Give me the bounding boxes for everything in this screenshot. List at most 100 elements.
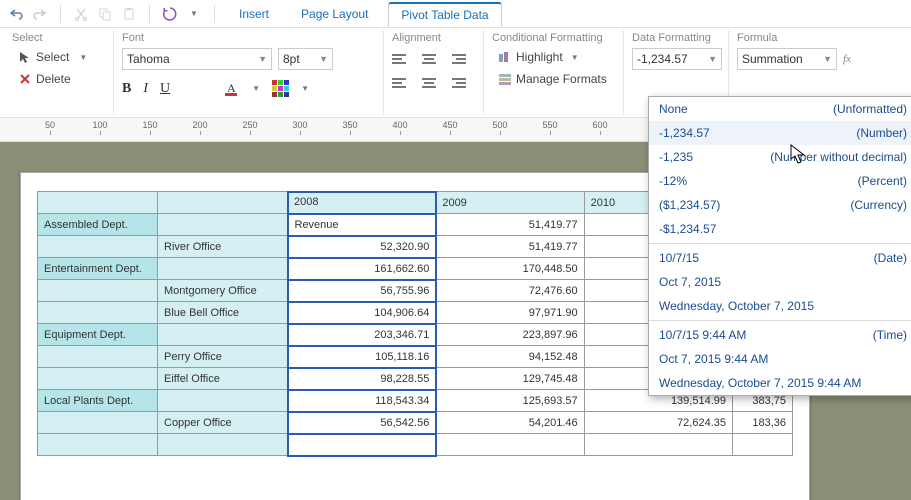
align-center-icon[interactable] <box>420 76 438 90</box>
undo-icon[interactable] <box>8 6 24 22</box>
row-header-1[interactable] <box>38 346 158 368</box>
data-cell[interactable]: 203,346.71 <box>288 324 436 346</box>
chevron-down-icon[interactable]: ▼ <box>186 6 202 22</box>
highlight-button[interactable]: Highlight ▼ <box>492 48 615 66</box>
ribbon-group-conditional-formatting: Conditional Formatting Highlight ▼ Manag… <box>484 30 624 115</box>
row-header-2[interactable]: River Office <box>158 236 288 258</box>
dropdown-item[interactable]: Oct 7, 2015 9:44 AM <box>649 347 911 371</box>
data-cell[interactable]: 72,624.35 <box>584 412 732 434</box>
data-cell[interactable]: Revenue <box>288 214 436 236</box>
align-top-center-icon[interactable] <box>420 52 438 66</box>
row-header-2[interactable] <box>158 390 288 412</box>
manage-formats-button[interactable]: Manage Formats <box>492 70 615 88</box>
font-family-combo[interactable]: Tahoma▼ <box>122 48 272 70</box>
data-cell[interactable]: 72,476.60 <box>436 280 584 302</box>
data-cell[interactable] <box>436 434 584 456</box>
data-cell[interactable]: 104,906.64 <box>288 302 436 324</box>
formula-combo[interactable]: Summation▼ <box>737 48 837 70</box>
dropdown-item[interactable]: -12%(Percent) <box>649 169 911 193</box>
select-button[interactable]: Select ▼ <box>12 48 105 66</box>
dropdown-item[interactable]: Wednesday, October 7, 2015 <box>649 294 911 318</box>
data-cell[interactable]: 161,662.60 <box>288 258 436 280</box>
row-header-1[interactable]: Entertainment Dept. <box>38 258 158 280</box>
data-cell[interactable]: 54,201.46 <box>436 412 584 434</box>
corner-cell[interactable] <box>158 192 288 214</box>
row-header-1[interactable] <box>38 368 158 390</box>
row-header-2[interactable]: Perry Office <box>158 346 288 368</box>
data-cell[interactable]: 52,320.90 <box>288 236 436 258</box>
row-header-2[interactable] <box>158 258 288 280</box>
data-cell[interactable]: 97,971.90 <box>436 302 584 324</box>
row-header-1[interactable]: Assembled Dept. <box>38 214 158 236</box>
row-header-2[interactable] <box>158 324 288 346</box>
cut-icon[interactable] <box>73 6 89 22</box>
chevron-down-icon[interactable]: ▼ <box>252 84 260 93</box>
data-cell[interactable]: 125,693.57 <box>436 390 584 412</box>
data-format-dropdown[interactable]: None(Unformatted)-1,234.57(Number)-1,235… <box>648 96 911 396</box>
row-header-2[interactable] <box>158 214 288 236</box>
data-cell[interactable] <box>158 434 288 456</box>
paste-icon[interactable] <box>121 6 137 22</box>
row-header-2[interactable]: Eiffel Office <box>158 368 288 390</box>
column-header[interactable]: 2008 <box>288 192 436 214</box>
tab-pivot-table-data[interactable]: Pivot Table Data <box>388 2 501 27</box>
refresh-icon[interactable] <box>162 6 178 22</box>
row-header-1[interactable] <box>38 412 158 434</box>
align-top-right-icon[interactable] <box>448 52 466 66</box>
dropdown-item[interactable]: None(Unformatted) <box>649 97 911 121</box>
tab-insert[interactable]: Insert <box>227 3 281 25</box>
italic-button[interactable]: I <box>143 81 148 97</box>
dropdown-item-label: -12% <box>659 174 687 188</box>
data-cell[interactable]: 56,755.96 <box>288 280 436 302</box>
row-header-2[interactable]: Montgomery Office <box>158 280 288 302</box>
column-header[interactable]: 2009 <box>436 192 584 214</box>
data-cell[interactable] <box>733 434 793 456</box>
row-header-1[interactable] <box>38 236 158 258</box>
data-cell[interactable] <box>288 434 436 456</box>
align-left-icon[interactable] <box>392 76 410 90</box>
dropdown-item[interactable]: Wednesday, October 7, 2015 9:44 AM <box>649 371 911 395</box>
dropdown-item[interactable]: -1,234.57(Number) <box>649 121 911 145</box>
dropdown-item[interactable]: -1,235(Number without decimal) <box>649 145 911 169</box>
corner-cell[interactable] <box>38 192 158 214</box>
fx-icon[interactable]: fx <box>843 53 851 65</box>
data-cell[interactable]: 170,448.50 <box>436 258 584 280</box>
data-cell[interactable]: 183,36 <box>733 412 793 434</box>
row-header-1[interactable] <box>38 302 158 324</box>
tab-page-layout[interactable]: Page Layout <box>289 3 380 25</box>
chevron-down-icon[interactable]: ▼ <box>301 84 309 93</box>
redo-icon[interactable] <box>32 6 48 22</box>
row-header-1[interactable] <box>38 280 158 302</box>
dropdown-item[interactable]: 10/7/15(Date) <box>649 246 911 270</box>
row-header-2[interactable]: Copper Office <box>158 412 288 434</box>
data-cell[interactable]: 105,118.16 <box>288 346 436 368</box>
align-top-left-icon[interactable] <box>392 52 410 66</box>
data-cell[interactable]: 118,543.34 <box>288 390 436 412</box>
data-cell[interactable]: 51,419.77 <box>436 236 584 258</box>
delete-button[interactable]: Delete <box>12 70 105 88</box>
data-cell[interactable] <box>38 434 158 456</box>
row-header-1[interactable]: Equipment Dept. <box>38 324 158 346</box>
font-size-combo[interactable]: 8pt▼ <box>278 48 333 70</box>
data-cell[interactable]: 98,228.55 <box>288 368 436 390</box>
copy-icon[interactable] <box>97 6 113 22</box>
bold-button[interactable]: B <box>122 81 131 97</box>
dropdown-item[interactable]: 10/7/15 9:44 AM(Time) <box>649 323 911 347</box>
underline-button[interactable]: U <box>160 81 170 97</box>
data-cell[interactable] <box>584 434 732 456</box>
font-color-button[interactable]: A <box>224 81 240 97</box>
row-header-2[interactable]: Blue Bell Office <box>158 302 288 324</box>
data-cell[interactable]: 223,897.96 <box>436 324 584 346</box>
dropdown-item[interactable]: Oct 7, 2015 <box>649 270 911 294</box>
select-label: Select <box>36 50 69 64</box>
data-cell[interactable]: 129,745.48 <box>436 368 584 390</box>
row-header-1[interactable]: Local Plants Dept. <box>38 390 158 412</box>
data-cell[interactable]: 51,419.77 <box>436 214 584 236</box>
data-cell[interactable]: 94,152.48 <box>436 346 584 368</box>
align-right-icon[interactable] <box>448 76 466 90</box>
data-format-combo[interactable]: -1,234.57▼ <box>632 48 722 70</box>
dropdown-item[interactable]: -$1,234.57 <box>649 217 911 241</box>
dropdown-item[interactable]: ($1,234.57)(Currency) <box>649 193 911 217</box>
color-palette-icon[interactable] <box>272 80 289 97</box>
data-cell[interactable]: 56,542.56 <box>288 412 436 434</box>
